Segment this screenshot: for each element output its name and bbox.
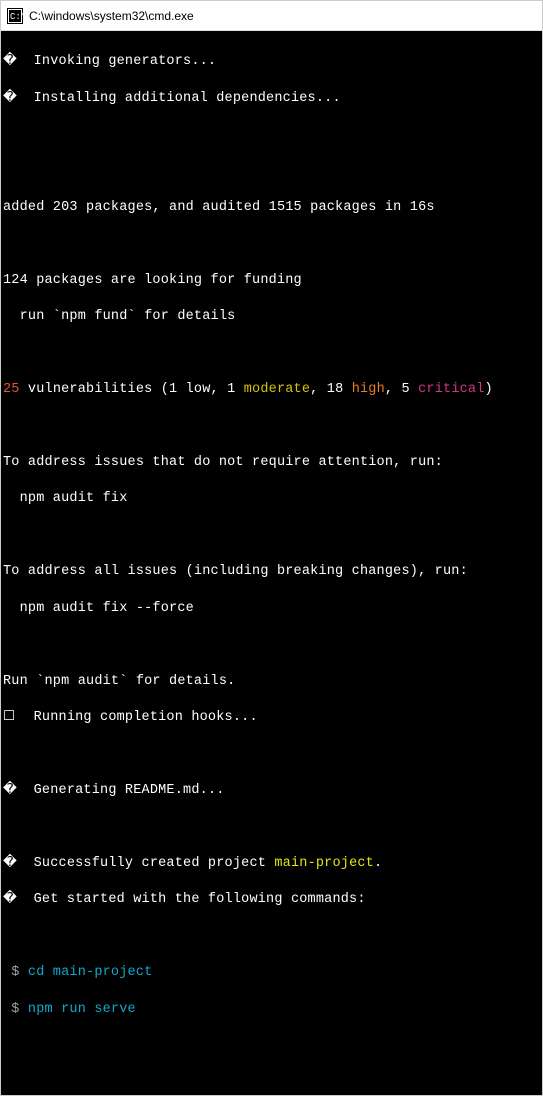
line-audit: Run `npm audit` for details. — [3, 673, 540, 691]
line-readme: Generating README.md... — [34, 783, 225, 798]
cmd-cd: cd main-project — [28, 965, 153, 980]
line-funding2: run `npm fund` for details — [3, 308, 540, 326]
vuln-moderate: moderate — [244, 382, 310, 397]
bullet-icon: � — [3, 90, 17, 108]
terminal-output[interactable]: � Invoking generators... � Installing ad… — [1, 31, 542, 1095]
bullet-icon: � — [3, 782, 17, 800]
line-vulnerabilities: 25 vulnerabilities (1 low, 1 moderate, 1… — [3, 381, 540, 399]
line-addr1a: To address issues that do not require at… — [3, 454, 540, 472]
command-line-1: $ cd main-project — [3, 964, 540, 982]
line-added: added 203 packages, and audited 1515 pac… — [3, 199, 540, 217]
cmd-serve: npm run serve — [28, 1002, 136, 1017]
line-hooks: Running completion hooks... — [34, 710, 258, 725]
vuln-count: 25 — [3, 382, 20, 397]
window-title: C:\windows\system32\cmd.exe — [29, 9, 194, 23]
prompt: $ — [3, 965, 28, 980]
titlebar[interactable]: C:\ C:\windows\system32\cmd.exe — [1, 1, 542, 31]
bullet-icon: � — [3, 53, 17, 71]
command-line-2: $ npm run serve — [3, 1001, 540, 1019]
line-success: Successfully created project main-projec… — [34, 856, 383, 871]
line-invoking: Invoking generators... — [34, 54, 217, 69]
bullet-icon: � — [3, 891, 17, 909]
svg-text:C:\: C:\ — [10, 12, 23, 22]
line-addr2a: To address all issues (including breakin… — [3, 563, 540, 581]
line-funding1: 124 packages are looking for funding — [3, 272, 540, 290]
line-installing: Installing additional dependencies... — [34, 91, 341, 106]
prompt: $ — [3, 1002, 28, 1017]
line-getstarted: Get started with the following commands: — [34, 892, 366, 907]
checkbox-icon: ☐ — [3, 709, 17, 727]
cmd-window: C:\ C:\windows\system32\cmd.exe � Invoki… — [0, 0, 543, 1096]
bullet-icon: � — [3, 855, 17, 873]
line-addr1b: npm audit fix — [3, 490, 540, 508]
line-addr2b: npm audit fix --force — [3, 600, 540, 618]
cmd-icon: C:\ — [7, 8, 23, 24]
vuln-high: high — [352, 382, 385, 397]
project-name: main-project — [274, 856, 374, 871]
vuln-critical: critical — [418, 382, 484, 397]
